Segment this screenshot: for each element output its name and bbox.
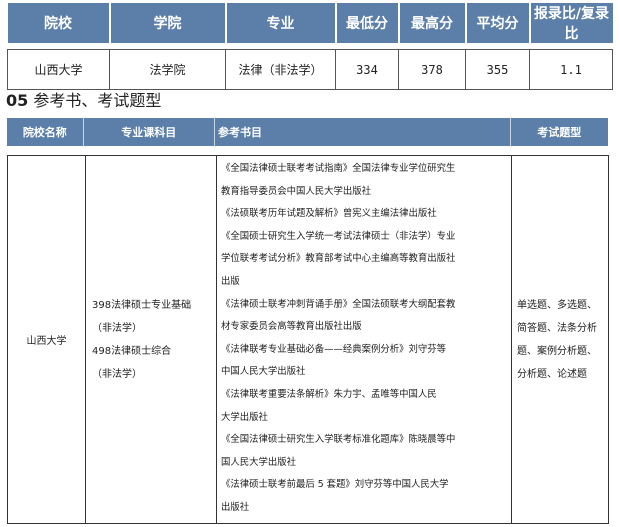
cell-books: 《全国法律硕士联考考试指南》全国法律专业学位研究生 教育指导委员会中国人民大学出… [216,155,512,524]
book-line: 《全国法律硕士研究生入学联考标准化题库》陈晓晨等中 [221,434,456,446]
cell-avg: 355 [465,49,530,90]
book-line: 出版社 [221,501,250,513]
book-line: 《法硕联考历年试题及解析》曾宪义主编法律出版社 [221,208,437,220]
book-line: 材专家委员会高等教育出版社出版 [221,321,362,333]
header-avg: 平均分 [465,3,531,43]
cell-subjects: 398法律硕士专业基础 （非法学） 498法律硕士综合 （非法学） [85,155,217,524]
book-line: 《法律联考专业基础必备——经典案例分析》刘守芬等 [221,343,447,355]
subject-line: 498法律硕士综合 [92,345,172,357]
type-line: 简答题、法条分析 [517,322,597,334]
subject-line: 398法律硕士专业基础 [92,299,192,311]
section-number: 05 [6,91,29,110]
header-school-name: 院校名称 [7,118,84,146]
cell-max: 378 [398,49,466,90]
ref-table: 山西大学 398法律硕士专业基础 （非法学） 498法律硕士综合 （非法学） 《… [7,155,609,524]
type-line: 题、案例分析题、 [517,345,597,357]
ref-table-header: 院校名称 专业课科目 参考书目 考试题型 [7,118,608,146]
subject-line: （非法学） [92,322,142,334]
cell-types: 单选题、多选题、 简答题、法条分析 题、案例分析题、 分析题、论述题 [511,155,609,524]
score-table-header: 院校 学院 专业 最低分 最高分 平均分 报录比/复录比 [7,3,613,43]
cell-ratio: 1.1 [529,49,613,90]
score-table: 院校 学院 专业 最低分 最高分 平均分 报录比/复录比 山西大学 法学院 法律… [7,3,613,90]
cell-major: 法律（非法学） [225,49,336,90]
cell-school-name: 山西大学 [7,155,86,524]
book-line: 大学出版社 [221,411,268,423]
header-min: 最低分 [335,3,400,43]
cell-school: 山西大学 [7,49,110,90]
header-major: 专业 [225,3,337,43]
book-line: 《全国法律硕士联考考试指南》全国法律专业学位研究生 [221,163,456,174]
header-books: 参考书目 [215,118,511,146]
header-max: 最高分 [398,3,467,43]
type-line: 分析题、论述题 [517,368,587,380]
section-title: 参考书、考试题型 [33,91,162,110]
book-line: 出版 [221,275,240,287]
book-line: 国人民大学出版社 [221,456,297,468]
book-line: 《法律硕士联考冲刺背诵手册》全国法硕联考大纲配套教 [221,298,456,310]
table-row: 山西大学 398法律硕士专业基础 （非法学） 498法律硕士综合 （非法学） 《… [7,155,609,524]
header-college: 学院 [109,3,227,43]
header-ratio: 报录比/复录比 [529,3,613,43]
book-line: 《法律硕士联考前最后 5 套题》刘守芬等中国人民大学 [221,479,449,491]
cell-min: 334 [335,49,399,90]
section-heading: 05 参考书、考试题型 [6,87,161,111]
book-line: 学位联考考试分析》教育部考试中心主编高等教育出版社 [221,253,456,265]
book-line: 《全国硕士研究生入学统一考试法律硕士（非法学）专业 [221,230,456,242]
cell-college: 法学院 [109,49,226,90]
book-line: 《法律联考重要法条解析》朱力宇、孟唯等中国人民 [221,388,437,400]
header-types: 考试题型 [537,126,582,139]
subject-line: （非法学） [92,368,142,380]
header-school: 院校 [7,3,111,43]
book-line: 教育指导委员会中国人民大学出版社 [221,185,372,197]
header-subject: 专业课科目 [84,118,215,146]
type-line: 单选题、多选题、 [517,299,597,311]
table-row: 山西大学 法学院 法律（非法学） 334 378 355 1.1 [7,49,613,90]
book-line: 中国人民大学出版社 [221,366,306,378]
